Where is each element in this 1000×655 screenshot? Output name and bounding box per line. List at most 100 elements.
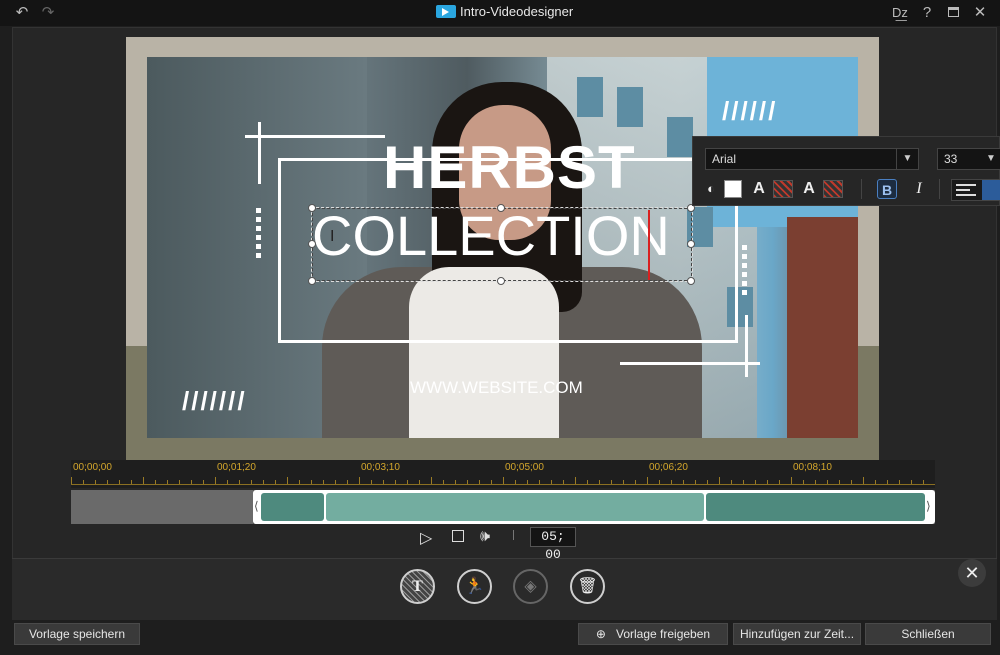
photo-shirt	[409, 267, 559, 438]
layers-tool-button[interactable]: ◈	[513, 569, 548, 604]
resize-handle[interactable]	[687, 277, 695, 285]
toolbar-separator	[939, 179, 940, 199]
opacity-icon[interactable]: ◐	[701, 179, 721, 199]
share-template-label: Vorlage freigeben	[615, 627, 711, 641]
ruler-tick	[779, 480, 780, 484]
border-color-swatch[interactable]	[773, 180, 793, 198]
resize-handle[interactable]	[497, 277, 505, 285]
add-to-timeline-button[interactable]: Hinzufügen zur Zeit...	[733, 623, 861, 645]
ruler-tick	[131, 480, 132, 484]
ruler-tick	[551, 480, 552, 484]
chevron-down-icon[interactable]: ▼	[982, 149, 1000, 169]
deco-dots	[256, 208, 261, 262]
trim-handle-right[interactable]: ⟩	[926, 499, 931, 513]
photo-window	[727, 287, 753, 327]
share-globe-icon: ⊕	[595, 627, 606, 641]
ruler-tick	[599, 480, 600, 484]
shadow-fill-swatch[interactable]	[823, 180, 843, 198]
ruler-tick-label: 00;01;20	[217, 462, 256, 473]
alignment-group	[951, 179, 1000, 201]
resize-handle[interactable]	[308, 240, 316, 248]
running-figure-icon: 🏃	[464, 578, 485, 595]
fill-color-swatch[interactable]	[724, 180, 742, 198]
ruler-tick	[647, 477, 648, 484]
ruler-tick	[251, 480, 252, 484]
text-icon: T	[412, 578, 423, 595]
ruler-tick	[695, 480, 696, 484]
resize-handle[interactable]	[308, 204, 316, 212]
timeline-track[interactable]: ⟨ ⟩	[71, 490, 935, 524]
ruler-tick	[611, 480, 612, 484]
ruler-tick	[359, 477, 360, 484]
ruler-tick	[443, 480, 444, 484]
redo-icon[interactable]: ↷	[38, 3, 58, 23]
trim-handle-left[interactable]: ⟨	[254, 499, 259, 513]
volume-icon[interactable]: 🕪	[480, 528, 490, 546]
ruler-tick	[623, 480, 624, 484]
ruler-tick	[587, 480, 588, 484]
ruler-tick	[71, 477, 72, 484]
shadow-color-icon[interactable]: A	[799, 179, 819, 199]
font-size-select[interactable]: 33 ▼	[937, 148, 1000, 170]
text-selection-box[interactable]	[311, 207, 693, 282]
ruler-tick	[527, 480, 528, 484]
resize-handle[interactable]	[308, 277, 316, 285]
close-icon[interactable]: ✕	[970, 3, 990, 23]
title-text-line1[interactable]: HERBST	[383, 136, 636, 200]
ruler-tick	[311, 480, 312, 484]
ruler-tick	[371, 480, 372, 484]
share-template-button[interactable]: ⊕ Vorlage freigeben	[578, 623, 728, 645]
save-template-button[interactable]: Vorlage speichern	[14, 623, 140, 645]
close-panel-button[interactable]: ✕	[958, 559, 986, 587]
text-format-toolbar: Arial ▼ 33 ▼ ◐ A A B I	[692, 136, 1000, 206]
ruler-tick	[203, 480, 204, 484]
maximize-icon[interactable]	[943, 3, 963, 23]
resize-handle[interactable]	[497, 204, 505, 212]
chevron-down-icon[interactable]: ▼	[896, 149, 918, 169]
deco-line	[245, 135, 385, 138]
ruler-tick-label: 00;05;00	[505, 462, 544, 473]
align-center-icon[interactable]	[982, 180, 1000, 200]
ruler-tick	[299, 480, 300, 484]
ruler-tick	[791, 477, 792, 484]
deco-slashes-top: //////	[722, 96, 778, 126]
font-family-select[interactable]: Arial ▼	[705, 148, 919, 170]
play-icon[interactable]: ▷	[420, 528, 432, 548]
ruler-tick	[503, 477, 504, 484]
undo-icon[interactable]: ↶	[12, 3, 32, 23]
window-title: Intro-Videodesigner	[436, 4, 573, 19]
resize-handle[interactable]	[687, 240, 695, 248]
text-direction-icon[interactable]: D͟z	[890, 3, 910, 23]
ruler-tick-label: 00;06;20	[649, 462, 688, 473]
website-text[interactable]: WWW.WEBSITE.COM	[410, 378, 583, 398]
align-left-icon[interactable]	[956, 184, 976, 196]
clip-selection-frame[interactable]: ⟨ ⟩	[253, 490, 935, 524]
motion-tool-button[interactable]: 🏃	[457, 569, 492, 604]
ruler-tick	[431, 477, 432, 484]
ruler-tick-label: 00;08;10	[793, 462, 832, 473]
stop-icon[interactable]	[452, 529, 464, 547]
close-button[interactable]: Schließen	[865, 623, 991, 645]
text-color-icon[interactable]: A	[749, 179, 769, 199]
deco-line	[620, 362, 760, 365]
timecode-display: 05; 00	[530, 527, 576, 562]
timeline-clip-outro[interactable]	[706, 493, 925, 521]
timeline-clip-main[interactable]	[326, 493, 704, 521]
ruler-tick	[335, 480, 336, 484]
photo-window	[667, 117, 693, 157]
title-frame-bottom	[278, 340, 738, 343]
italic-button[interactable]: I	[909, 179, 929, 199]
timeline-ruler[interactable]: 00;00;00 00;01;20 00;03;10 00;05;00 00;0…	[71, 460, 935, 488]
text-tool-button[interactable]: T	[400, 569, 435, 604]
bold-button[interactable]: B	[877, 179, 897, 199]
text-cursor-icon: I	[330, 228, 335, 245]
ruler-tick	[479, 480, 480, 484]
timeline-clip-intro[interactable]	[261, 493, 324, 521]
ruler-tick	[107, 480, 108, 484]
help-icon[interactable]: ?	[917, 3, 937, 23]
delete-tool-button[interactable]: 🗑	[570, 569, 605, 604]
ruler-tick	[707, 480, 708, 484]
deco-slashes-bottom: ///////	[182, 386, 247, 416]
font-size-value: 33	[944, 152, 958, 166]
ruler-tick	[539, 480, 540, 484]
